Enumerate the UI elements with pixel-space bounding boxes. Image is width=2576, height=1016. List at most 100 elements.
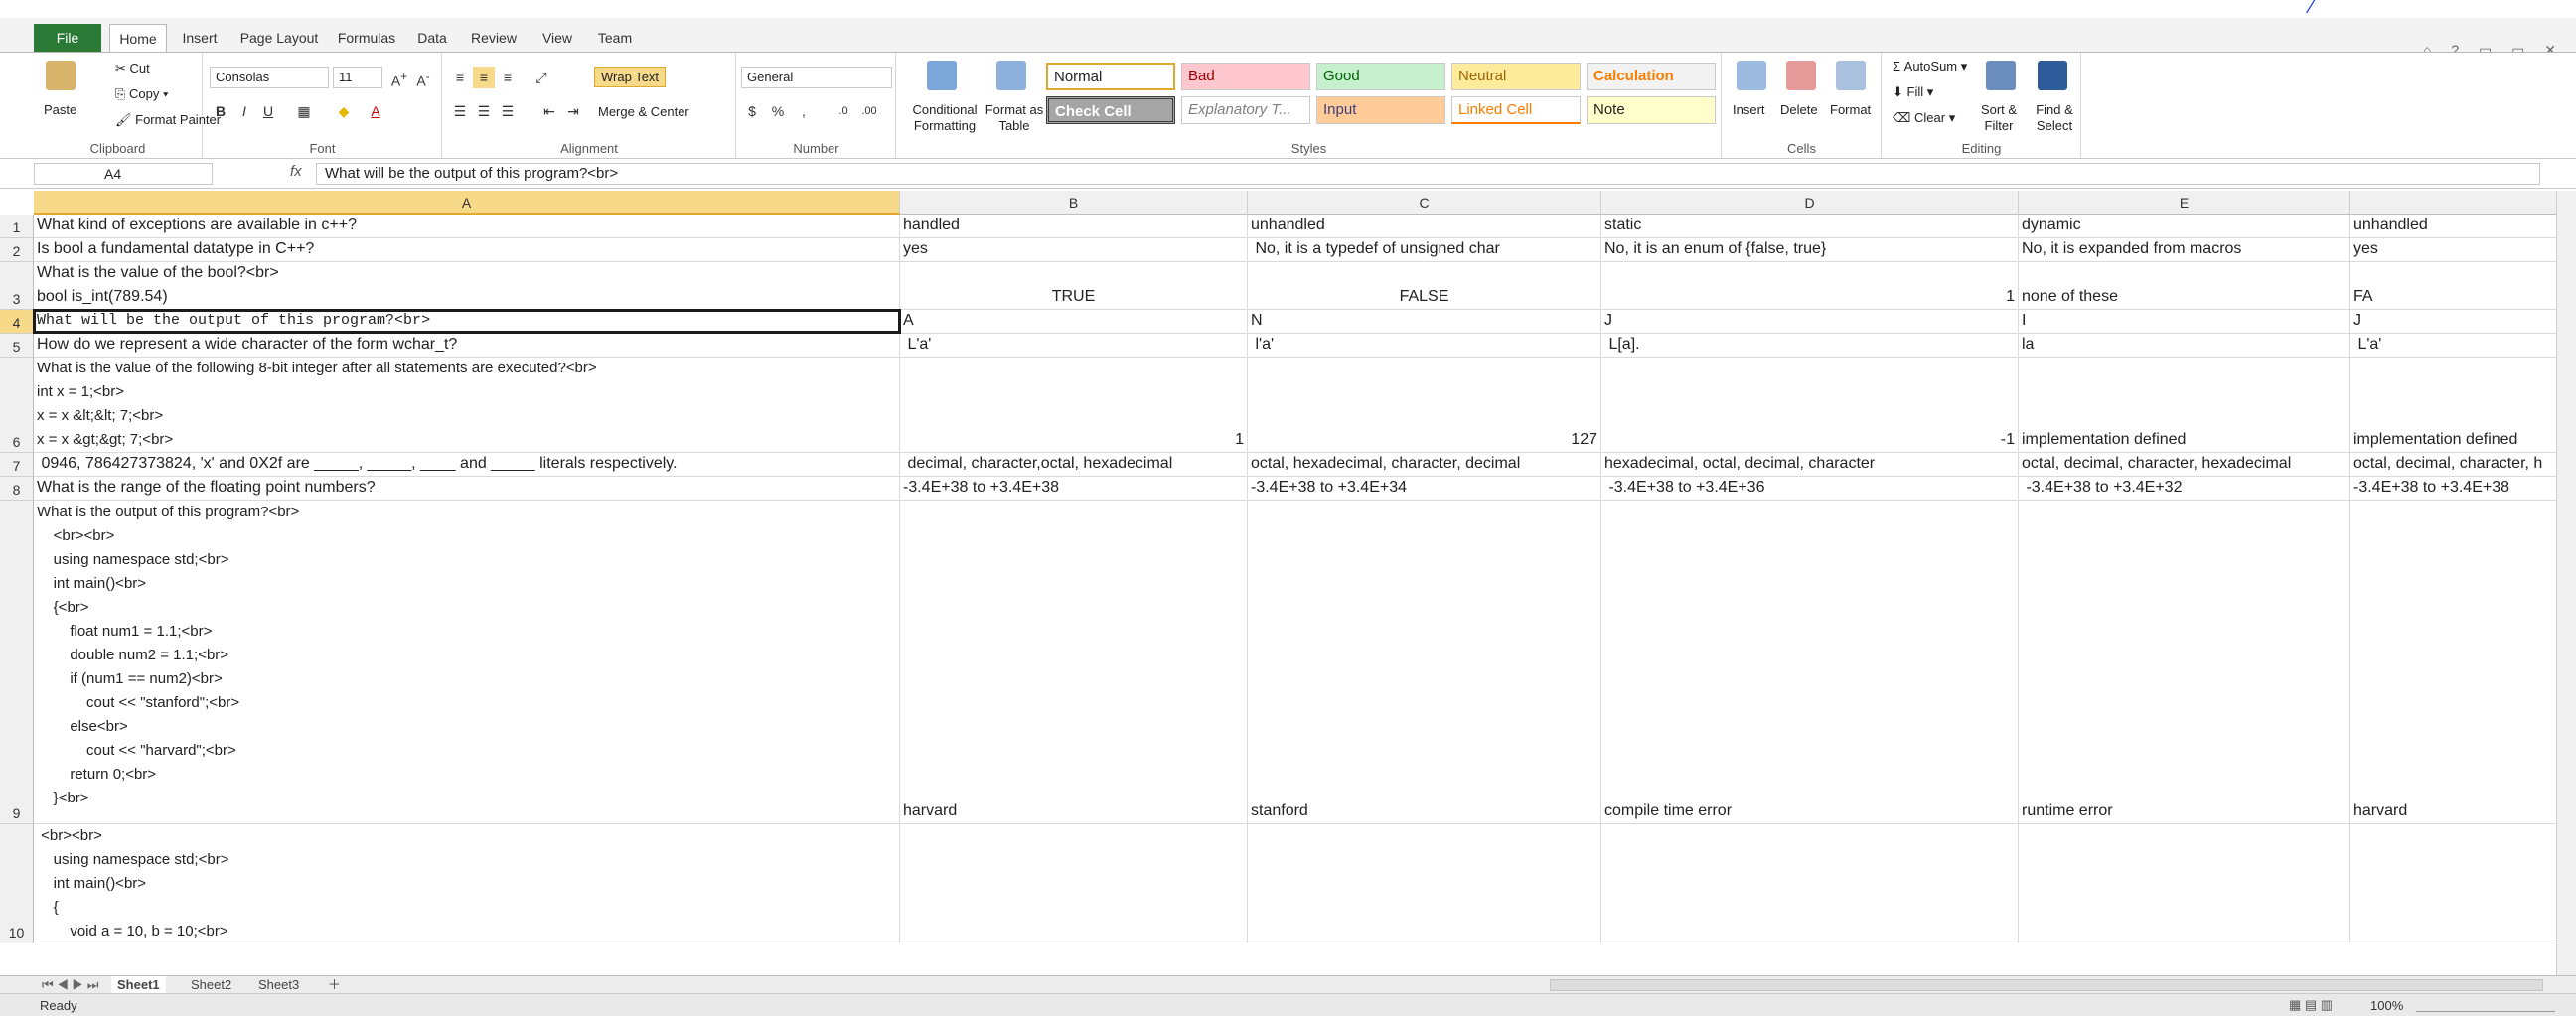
tab-team[interactable]: Team: [590, 24, 640, 52]
cell[interactable]: No, it is a typedef of unsigned char: [1248, 238, 1601, 261]
cell[interactable]: runtime error: [2019, 501, 2350, 823]
cell[interactable]: yes: [2350, 238, 2557, 261]
bold-button[interactable]: B: [210, 100, 231, 122]
cell[interactable]: Is bool a fundamental datatype in C++?: [34, 238, 900, 261]
style-neutral[interactable]: Neutral: [1451, 63, 1581, 90]
cell[interactable]: <br><br> using namespace std;<br> int ma…: [34, 824, 900, 943]
format-cells-icon[interactable]: [1836, 61, 1866, 90]
cell[interactable]: -1: [1601, 358, 2019, 452]
tab-file[interactable]: File: [34, 24, 101, 52]
cell[interactable]: octal, decimal, character, h: [2350, 453, 2557, 476]
row-header[interactable]: 10: [0, 824, 34, 943]
style-check-cell[interactable]: Check Cell: [1046, 96, 1175, 124]
paste-icon[interactable]: [46, 61, 76, 90]
fill-color-icon[interactable]: ◆: [333, 100, 355, 122]
cell[interactable]: What is the value of the bool?<br> bool …: [34, 262, 900, 309]
cell[interactable]: 1: [1601, 262, 2019, 309]
align-center-icon[interactable]: ☰: [473, 100, 495, 122]
sort-filter-button[interactable]: Sort & Filter: [1974, 102, 2024, 134]
fill-button[interactable]: ⬇ Fill ▾: [1893, 84, 1933, 100]
insert-sheet-icon[interactable]: ＋: [322, 976, 347, 994]
row-header[interactable]: 3: [0, 262, 34, 310]
column-header-b[interactable]: B: [900, 191, 1248, 215]
cell[interactable]: yes: [900, 238, 1248, 261]
currency-icon[interactable]: $: [741, 100, 763, 122]
tab-home[interactable]: Home: [109, 24, 167, 54]
cell[interactable]: 1: [900, 358, 1248, 452]
font-color-icon[interactable]: A: [365, 100, 386, 122]
tab-data[interactable]: Data: [409, 24, 455, 52]
style-explanatory[interactable]: Explanatory T...: [1181, 96, 1310, 124]
column-header-d[interactable]: D: [1601, 191, 2019, 215]
cell[interactable]: -3.4E+38 to +3.4E+34: [1248, 477, 1601, 500]
cell[interactable]: stanford: [1248, 501, 1601, 823]
cell[interactable]: J: [2350, 310, 2557, 333]
cell[interactable]: harvard: [900, 501, 1248, 823]
sheet-tab-3[interactable]: Sheet3: [252, 976, 305, 994]
cell[interactable]: [900, 824, 1248, 943]
row-header[interactable]: 9: [0, 501, 34, 824]
conditional-formatting-icon[interactable]: [927, 61, 957, 90]
cell[interactable]: handled: [900, 215, 1248, 237]
copy-button[interactable]: ⎘ Copy ▾: [115, 86, 168, 102]
style-input[interactable]: Input: [1316, 96, 1445, 124]
cell[interactable]: No, it is expanded from macros: [2019, 238, 2350, 261]
cell[interactable]: N: [1248, 310, 1601, 333]
format-table-icon[interactable]: [996, 61, 1026, 90]
tab-view[interactable]: View: [532, 24, 582, 52]
row-header[interactable]: 6: [0, 358, 34, 453]
horizontal-scrollbar[interactable]: [1550, 979, 2543, 991]
align-right-icon[interactable]: ☰: [497, 100, 519, 122]
cell[interactable]: 127: [1248, 358, 1601, 452]
delete-button[interactable]: Delete: [1780, 102, 1818, 117]
cell[interactable]: 0946, 786427373824, 'x' and 0X2f are ___…: [34, 453, 900, 476]
worksheet-grid[interactable]: ABCDE 1 2 3 4 5 6 7 8 9 10 What kind of exception…: [0, 191, 2576, 975]
align-top-icon[interactable]: ≡: [449, 67, 471, 88]
cell[interactable]: unhandled: [2350, 215, 2557, 237]
tab-review[interactable]: Review: [465, 24, 523, 52]
cell[interactable]: -3.4E+38 to +3.4E+38: [900, 477, 1248, 500]
cell[interactable]: -3.4E+38 to +3.4E+38: [2350, 477, 2557, 500]
cell[interactable]: [1601, 824, 2019, 943]
cell[interactable]: What will be the output of this program?…: [33, 309, 901, 334]
style-normal[interactable]: Normal: [1046, 63, 1175, 90]
cell[interactable]: [2350, 824, 2557, 943]
cell[interactable]: What kind of exceptions are available in…: [34, 215, 900, 237]
format-button[interactable]: Format: [1830, 102, 1871, 117]
cell[interactable]: implementation defined: [2350, 358, 2557, 452]
cell[interactable]: octal, hexadecimal, character, decimal: [1248, 453, 1601, 476]
sheet-nav-arrows[interactable]: ⏮ ◀ ▶ ⏭: [36, 976, 104, 994]
cell[interactable]: compile time error: [1601, 501, 2019, 823]
column-header-c[interactable]: C: [1248, 191, 1601, 215]
formula-input[interactable]: What will be the output of this program?…: [316, 163, 2540, 185]
shrink-font-icon[interactable]: A-: [412, 67, 434, 89]
sort-filter-icon[interactable]: [1986, 61, 2016, 90]
cell[interactable]: L'a': [2350, 334, 2557, 357]
align-middle-icon[interactable]: ≡: [473, 67, 495, 88]
wrap-text-button[interactable]: Wrap Text: [594, 67, 667, 87]
align-left-icon[interactable]: ☰: [449, 100, 471, 122]
tab-page-layout[interactable]: Page Layout: [234, 24, 324, 52]
font-name-combo[interactable]: Consolas: [210, 67, 329, 88]
cell[interactable]: A: [900, 310, 1248, 333]
grow-font-icon[interactable]: A+: [388, 67, 410, 89]
cell[interactable]: octal, decimal, character, hexadecimal: [2019, 453, 2350, 476]
comma-icon[interactable]: ,: [793, 100, 815, 122]
cell[interactable]: How do we represent a wide character of …: [34, 334, 900, 357]
style-good[interactable]: Good: [1316, 63, 1445, 90]
zoom-slider[interactable]: [2416, 998, 2555, 1012]
name-box[interactable]: A4: [34, 163, 213, 185]
cell[interactable]: L[a].: [1601, 334, 2019, 357]
cell[interactable]: decimal, character,octal, hexadecimal: [900, 453, 1248, 476]
row-header[interactable]: 8: [0, 477, 34, 501]
conditional-formatting-button[interactable]: Conditional Formatting: [905, 102, 985, 134]
cell[interactable]: J: [1601, 310, 2019, 333]
cell[interactable]: I: [2019, 310, 2350, 333]
row-header[interactable]: 2: [0, 238, 34, 262]
orientation-icon[interactable]: ⤢: [530, 67, 552, 88]
cell[interactable]: dynamic: [2019, 215, 2350, 237]
delete-cells-icon[interactable]: [1786, 61, 1816, 90]
cell[interactable]: hexadecimal, octal, decimal, character: [1601, 453, 2019, 476]
tab-formulas[interactable]: Formulas: [334, 24, 399, 52]
cell[interactable]: FA: [2350, 262, 2557, 309]
